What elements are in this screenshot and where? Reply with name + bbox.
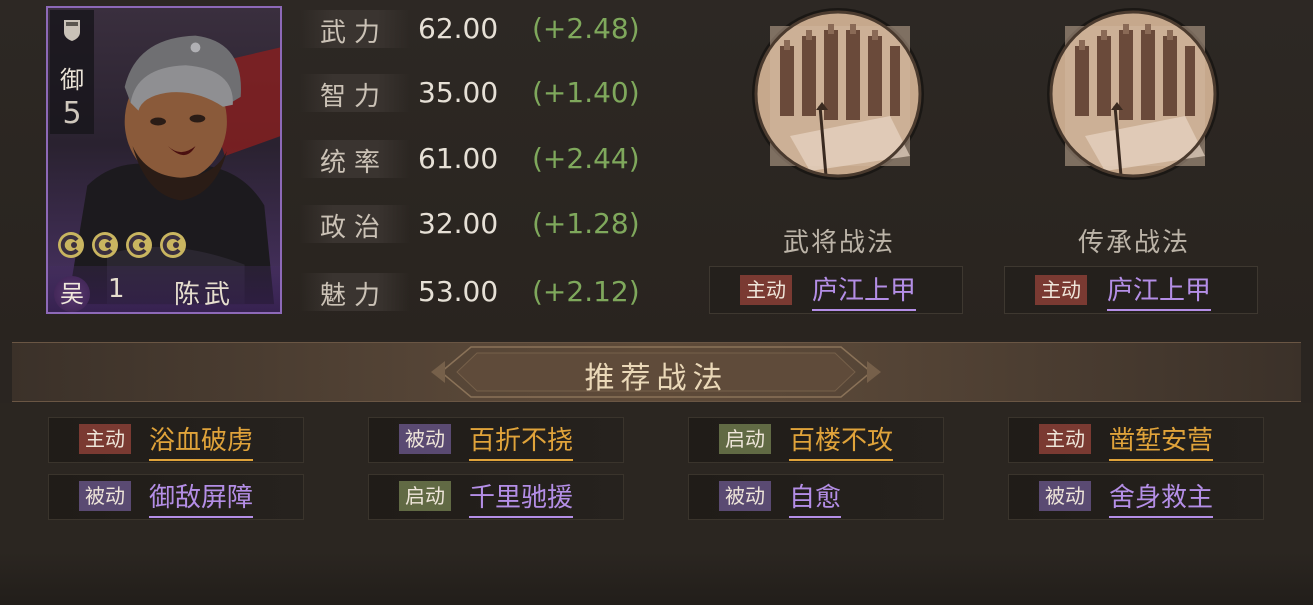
skill-name-link[interactable]: 百折不挠	[469, 420, 574, 461]
skill-type-tag: 主动	[79, 424, 131, 454]
stat-value: 35.00	[418, 76, 499, 109]
general-skill-caption: 武将战法	[782, 228, 895, 258]
skill-type-tag: 被动	[1039, 481, 1091, 511]
skill-type-tag: 主动	[1035, 275, 1087, 305]
skill-type-tag: 被动	[79, 481, 131, 511]
general-card[interactable]: 御 5 吴 1 陈武	[46, 6, 282, 314]
stat-bonus: (+1.28)	[532, 207, 640, 240]
stat-value: 53.00	[418, 275, 499, 308]
general-skill-plate[interactable]: 主动 庐江上甲	[709, 266, 963, 314]
stat-bonus: (+1.40)	[532, 76, 640, 109]
inherit-skill-caption: 传承战法	[1077, 228, 1190, 258]
stat-label: 统率	[320, 148, 389, 178]
stat-value: 61.00	[418, 142, 499, 175]
stat-bonus: (+2.44)	[532, 142, 640, 175]
stat-label: 魅力	[320, 281, 389, 311]
rec-skill-8[interactable]: 被动 舍身救主	[1008, 474, 1264, 520]
faction-badge: 吴	[54, 276, 90, 312]
general-skill-icon[interactable]	[750, 6, 926, 182]
stat-value: 32.00	[418, 207, 499, 240]
troop-level: 5	[62, 96, 82, 131]
rec-skill-5[interactable]: 被动 御敌屏障	[48, 474, 304, 520]
skill-name-link[interactable]: 千里驰援	[469, 477, 574, 518]
star-icon	[160, 232, 186, 258]
rec-skill-7[interactable]: 被动 自愈	[688, 474, 944, 520]
skill-name-link[interactable]: 庐江上甲	[1107, 270, 1212, 311]
shield-icon	[64, 20, 80, 41]
rec-skill-3[interactable]: 启动 百楼不攻	[688, 417, 944, 463]
stat-row-command: 统率 61.00 (+2.44)	[300, 136, 700, 182]
skill-name-link[interactable]: 庐江上甲	[812, 270, 917, 311]
bottom-shade	[0, 552, 1313, 605]
skill-name-link[interactable]: 凿堑安营	[1109, 420, 1214, 461]
troop-type: 御	[60, 66, 84, 94]
stat-label: 武力	[320, 18, 389, 48]
rec-skill-1[interactable]: 主动 浴血破虏	[48, 417, 304, 463]
skill-name-link[interactable]: 浴血破虏	[149, 420, 254, 461]
skill-type-tag: 被动	[399, 424, 451, 454]
stat-bonus: (+2.48)	[532, 12, 640, 45]
stat-label: 政治	[320, 213, 389, 243]
rec-skill-4[interactable]: 主动 凿堑安营	[1008, 417, 1264, 463]
general-name: 陈武	[174, 280, 235, 310]
skill-name-link[interactable]: 御敌屏障	[149, 477, 254, 518]
stat-row-politics: 政治 32.00 (+1.28)	[300, 201, 700, 247]
skill-name-link[interactable]: 舍身救主	[1109, 477, 1214, 518]
skill-type-tag: 主动	[1039, 424, 1091, 454]
skill-name-link[interactable]: 百楼不攻	[789, 420, 894, 461]
skill-type-tag: 被动	[719, 481, 771, 511]
rec-skill-6[interactable]: 启动 千里驰援	[368, 474, 624, 520]
skill-type-tag: 启动	[719, 424, 771, 454]
rec-skill-2[interactable]: 被动 百折不挠	[368, 417, 624, 463]
general-level: 1	[108, 274, 125, 304]
skill-type-tag: 启动	[399, 481, 451, 511]
star-icon	[92, 232, 118, 258]
stat-row-charisma: 魅力 53.00 (+2.12)	[300, 269, 700, 315]
stat-value: 62.00	[418, 12, 499, 45]
skill-type-tag: 主动	[740, 275, 792, 305]
troop-badge: 御 5	[50, 10, 94, 134]
recommended-title: 推荐战法	[584, 361, 729, 396]
stat-row-force: 武力 62.00 (+2.48)	[300, 6, 700, 52]
recommended-banner: 推荐战法	[12, 342, 1301, 402]
skill-name-link[interactable]: 自愈	[789, 477, 842, 518]
star-icon	[58, 232, 84, 258]
star-icon	[126, 232, 152, 258]
inherit-skill-icon[interactable]	[1045, 6, 1221, 182]
stat-label: 智力	[320, 82, 389, 112]
inherit-skill-plate[interactable]: 主动 庐江上甲	[1004, 266, 1258, 314]
stat-row-intelligence: 智力 35.00 (+1.40)	[300, 70, 700, 116]
star-rating	[56, 230, 188, 260]
stat-bonus: (+2.12)	[532, 275, 640, 308]
